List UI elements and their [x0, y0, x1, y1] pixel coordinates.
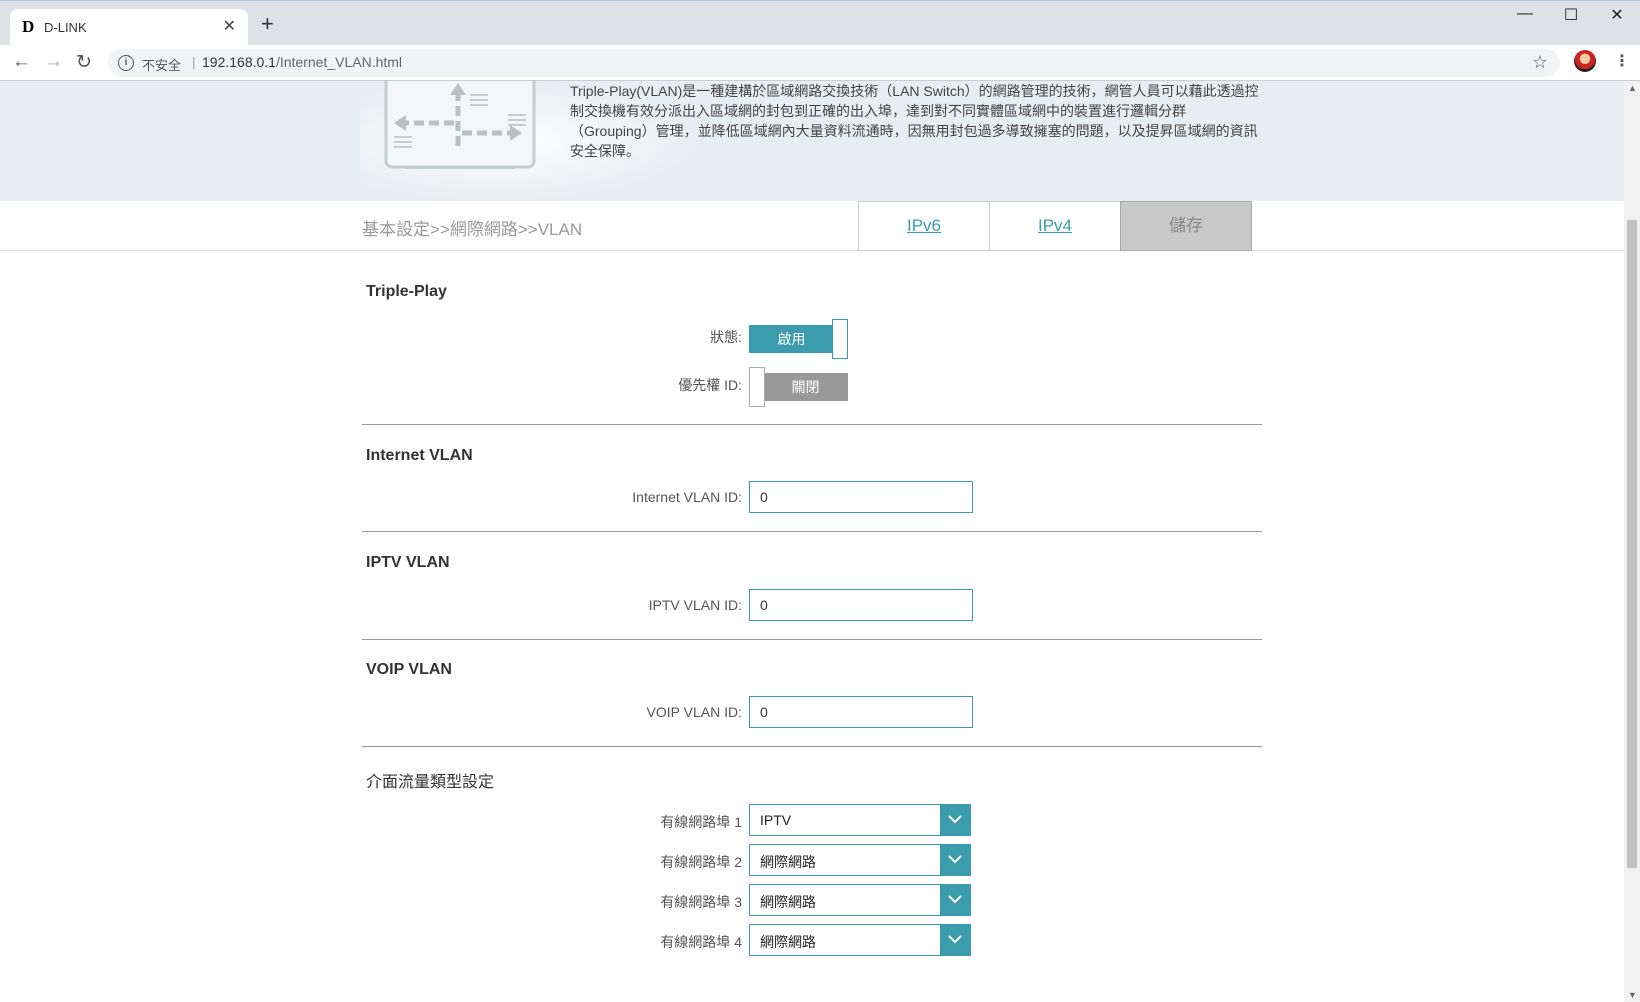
port-label: 有線網路埠 1	[660, 814, 742, 830]
url-host: 192.168.0.1	[202, 54, 276, 70]
port-row: 有線網路埠 4 網際網路	[362, 924, 1262, 958]
status-row: 狀態: 啟用	[362, 319, 1262, 359]
address-bar: ← → ↻ i 不安全 | 192.168.0.1/Internet_VLAN.…	[0, 45, 1640, 81]
port-row: 有線網路埠 1 IPTV	[362, 804, 1262, 838]
forward-icon[interactable]: →	[44, 51, 63, 73]
voip-vlan-row: VOIP VLAN ID: 0	[362, 696, 1262, 730]
breadcrumb: 基本設定>>網際網路>>VLAN	[362, 220, 583, 239]
section-title: IPTV VLAN	[366, 554, 450, 571]
status-toggle-knob[interactable]	[832, 319, 848, 359]
browser-menu-icon[interactable]: ⋮	[1614, 51, 1630, 71]
bookmark-star-icon[interactable]: ☆	[1532, 52, 1548, 73]
section-voip-vlan: VOIP VLAN VOIP VLAN ID: 0	[362, 640, 1262, 747]
port-row: 有線網路埠 3 網際網路	[362, 884, 1262, 918]
internet-vlan-id-input[interactable]: 0	[749, 481, 973, 513]
select-value: IPTV	[760, 812, 792, 828]
reload-icon[interactable]: ↻	[76, 51, 92, 74]
page-viewport: Triple-Play(VLAN)是一種建構於區域網路交換技術（LAN Swit…	[0, 81, 1624, 1002]
url-omnibox[interactable]: i 不安全 | 192.168.0.1/Internet_VLAN.html ☆	[108, 49, 1560, 77]
select-value: 網際網路	[760, 934, 816, 950]
tab-title: D-LINK	[44, 20, 87, 35]
url-path: /Internet_VLAN.html	[275, 54, 403, 70]
profile-avatar[interactable]	[1574, 50, 1596, 72]
url-separator: |	[192, 55, 196, 70]
chevron-down-icon[interactable]	[940, 925, 970, 955]
url-text[interactable]: 192.168.0.1/Internet_VLAN.html	[202, 54, 402, 70]
priority-toggle-knob[interactable]	[749, 367, 765, 407]
save-button[interactable]: 儲存	[1120, 201, 1252, 251]
port-3-select[interactable]: 網際網路	[749, 884, 971, 916]
chevron-down-icon[interactable]	[940, 805, 970, 835]
port-4-select[interactable]: 網際網路	[749, 924, 971, 956]
back-icon[interactable]: ←	[12, 51, 31, 73]
port-row: 有線網路埠 2 網際網路	[362, 844, 1262, 878]
section-title: Triple-Play	[366, 283, 447, 300]
dlink-favicon-icon: D	[22, 17, 35, 36]
page-scrollbar[interactable]: ▲ ▼	[1624, 81, 1640, 1002]
priority-toggle-label: 關閉	[763, 373, 848, 401]
insecure-label: 不安全	[142, 58, 182, 73]
iptv-vlan-row: IPTV VLAN ID: 0	[362, 589, 1262, 623]
chevron-down-icon[interactable]	[940, 845, 970, 875]
tab-close-icon[interactable]: ✕	[223, 16, 236, 36]
port-label: 有線網路埠 3	[660, 894, 742, 910]
browser-tab[interactable]: D D-LINK ✕	[10, 9, 248, 46]
voip-vlan-id-input[interactable]: 0	[749, 696, 973, 728]
tab-ipv6[interactable]: IPv6	[858, 201, 990, 251]
chevron-down-icon[interactable]	[940, 885, 970, 915]
iptv-vlan-label: IPTV VLAN ID:	[648, 597, 742, 613]
info-icon[interactable]: i	[118, 55, 134, 71]
port-1-select[interactable]: IPTV	[749, 804, 971, 836]
section-title: Internet VLAN	[366, 447, 473, 464]
section-title: VOIP VLAN	[366, 661, 452, 678]
scroll-up-icon[interactable]: ▲	[1628, 83, 1637, 93]
priority-row: 優先權 ID: 關閉	[362, 367, 1262, 407]
new-tab-icon[interactable]: +	[261, 13, 274, 35]
vlan-settings-form: Triple-Play 狀態: 啟用 優先權 ID: 關閉 Internet V…	[362, 251, 1262, 977]
priority-toggle[interactable]: 關閉	[749, 367, 849, 407]
section-title: 介面流量類型設定	[366, 774, 495, 791]
port-2-select[interactable]: 網際網路	[749, 844, 971, 876]
status-toggle[interactable]: 啟用	[749, 319, 849, 359]
voip-vlan-label: VOIP VLAN ID:	[646, 704, 742, 720]
section-interface-traffic: 介面流量類型設定 有線網路埠 1 IPTV 有線網路埠 2 網際網路 有線網路埠…	[362, 747, 1262, 977]
banner-description: Triple-Play(VLAN)是一種建構於區域網路交換技術（LAN Swit…	[570, 83, 1259, 159]
select-value: 網際網路	[760, 894, 816, 910]
priority-label: 優先權 ID:	[678, 377, 742, 393]
status-toggle-label: 啟用	[749, 325, 834, 353]
window-close-icon[interactable]: ✕	[1594, 5, 1640, 25]
section-triple-play: Triple-Play 狀態: 啟用 優先權 ID: 關閉	[362, 251, 1262, 425]
vlan-banner: Triple-Play(VLAN)是一種建構於區域網路交換技術（LAN Swit…	[0, 81, 1624, 201]
minimize-icon[interactable]: —	[1502, 5, 1548, 23]
browser-tab-bar: D D-LINK ✕ + — ☐ ✕	[0, 0, 1640, 46]
status-label: 狀態:	[710, 329, 742, 345]
maximize-icon[interactable]: ☐	[1548, 5, 1594, 25]
tab-ipv4[interactable]: IPv4	[989, 201, 1121, 251]
port-label: 有線網路埠 4	[660, 934, 742, 950]
select-value: 網際網路	[760, 854, 816, 870]
sub-navigation: 基本設定>>網際網路>>VLAN IPv6 IPv4 儲存	[0, 201, 1624, 251]
port-label: 有線網路埠 2	[660, 854, 742, 870]
section-internet-vlan: Internet VLAN Internet VLAN ID: 0	[362, 425, 1262, 532]
internet-vlan-label: Internet VLAN ID:	[632, 489, 742, 505]
scroll-down-icon[interactable]: ▼	[1628, 990, 1637, 1000]
iptv-vlan-id-input[interactable]: 0	[749, 589, 973, 621]
section-iptv-vlan: IPTV VLAN IPTV VLAN ID: 0	[362, 532, 1262, 640]
scrollbar-thumb[interactable]	[1627, 220, 1637, 868]
internet-vlan-row: Internet VLAN ID: 0	[362, 481, 1262, 515]
vlan-diagram-icon	[384, 81, 536, 169]
